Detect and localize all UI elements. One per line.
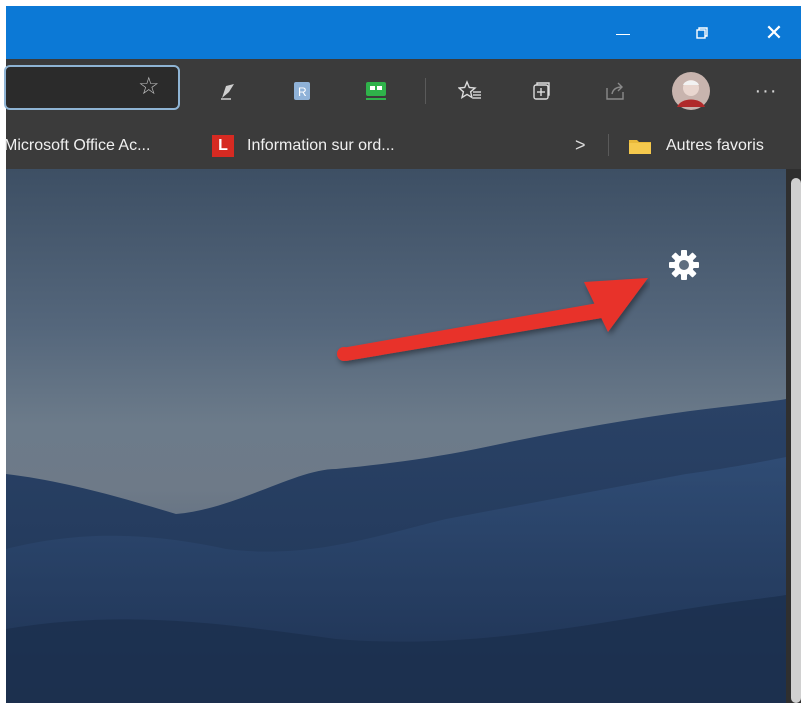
annotation-arrow — [330, 250, 650, 370]
toolbar-separator — [425, 78, 426, 104]
favorite-item-office[interactable]: Microsoft Office Ac... — [4, 122, 150, 169]
chevron-right-icon: > — [575, 135, 586, 155]
favorites-bar: Microsoft Office Ac... L Information sur… — [4, 122, 801, 169]
minimize-icon — [616, 34, 630, 35]
settings-gear-button[interactable] — [664, 245, 704, 285]
share-icon[interactable] — [597, 73, 633, 109]
favorite-star-icon[interactable]: ☆ — [138, 75, 160, 99]
browser-window: ✕ ☆ R ··· Microsoft Office Ac... L Infor… — [0, 0, 801, 703]
close-button[interactable]: ✕ — [748, 6, 800, 59]
more-icon[interactable]: ··· — [748, 73, 784, 109]
favorite-folder-label: Autres favoris — [666, 136, 764, 154]
favorite-item-label: Microsoft Office Ac... — [4, 136, 151, 154]
l-badge-icon: L — [212, 134, 234, 157]
favorites-separator — [608, 134, 609, 156]
address-bar[interactable]: ☆ — [4, 65, 180, 110]
gear-icon — [669, 250, 699, 280]
restore-button[interactable] — [676, 6, 728, 59]
favorites-list-icon[interactable] — [452, 73, 488, 109]
svg-text:R: R — [298, 85, 307, 99]
folder-icon — [629, 139, 651, 154]
pen-extension-icon[interactable] — [210, 73, 246, 109]
close-icon: ✕ — [764, 19, 784, 45]
favorite-item-label: Information sur ord... — [247, 136, 395, 154]
favorite-item-information[interactable]: L Information sur ord... — [212, 122, 395, 169]
reader-extension-icon[interactable]: R — [284, 73, 320, 109]
collections-icon[interactable] — [523, 73, 559, 109]
profile-avatar[interactable] — [670, 70, 712, 112]
page-scrollbar[interactable] — [791, 178, 801, 703]
favorite-folder-autres[interactable]: Autres favoris — [628, 122, 764, 169]
green-extension-icon[interactable] — [358, 73, 394, 109]
restore-icon — [696, 26, 708, 39]
minimize-button[interactable] — [597, 6, 649, 59]
favorites-overflow-chevron[interactable]: > — [575, 122, 586, 169]
